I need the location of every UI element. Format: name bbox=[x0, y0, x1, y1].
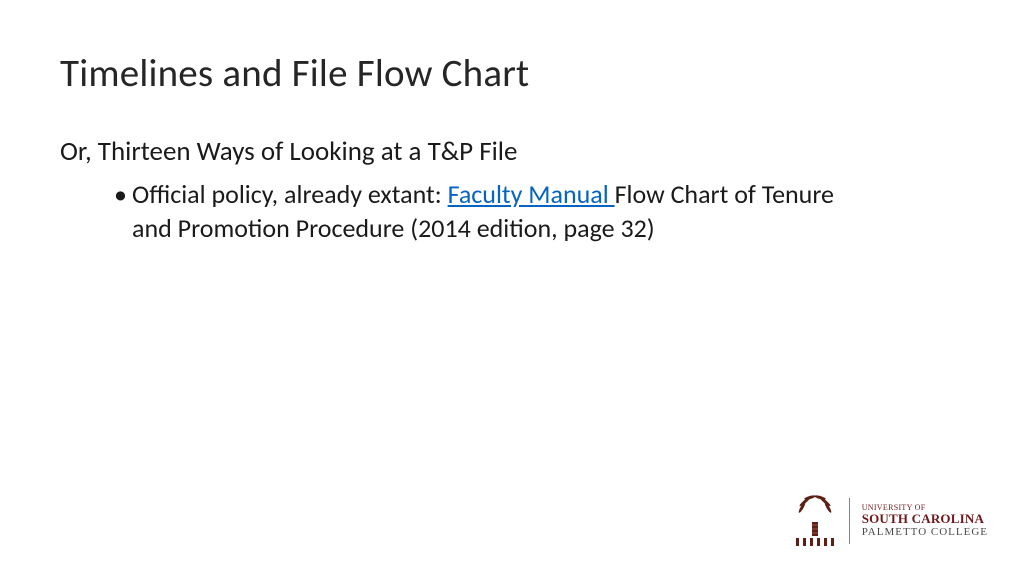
bullet-list: Official policy, already extant: Faculty… bbox=[60, 178, 964, 246]
palmetto-tree-icon bbox=[793, 496, 837, 546]
slide: Timelines and File Flow Chart Or, Thirte… bbox=[0, 0, 1024, 576]
university-logo: UNIVERSITY OF SOUTH CAROLINA PALMETTO CO… bbox=[793, 496, 988, 546]
slide-title: Timelines and File Flow Chart bbox=[60, 50, 964, 97]
logo-text: UNIVERSITY OF SOUTH CAROLINA PALMETTO CO… bbox=[862, 504, 988, 539]
faculty-manual-link[interactable]: Faculty Manual bbox=[448, 178, 615, 210]
bullet-item: Official policy, already extant: Faculty… bbox=[114, 178, 834, 246]
logo-line-3: PALMETTO COLLEGE bbox=[862, 527, 988, 539]
logo-line-2: SOUTH CAROLINA bbox=[862, 512, 988, 526]
slide-subtitle: Or, Thirteen Ways of Looking at a T&P Fi… bbox=[60, 135, 964, 168]
bullet-prefix: Official policy, already extant: bbox=[132, 178, 448, 210]
logo-divider bbox=[849, 498, 850, 544]
